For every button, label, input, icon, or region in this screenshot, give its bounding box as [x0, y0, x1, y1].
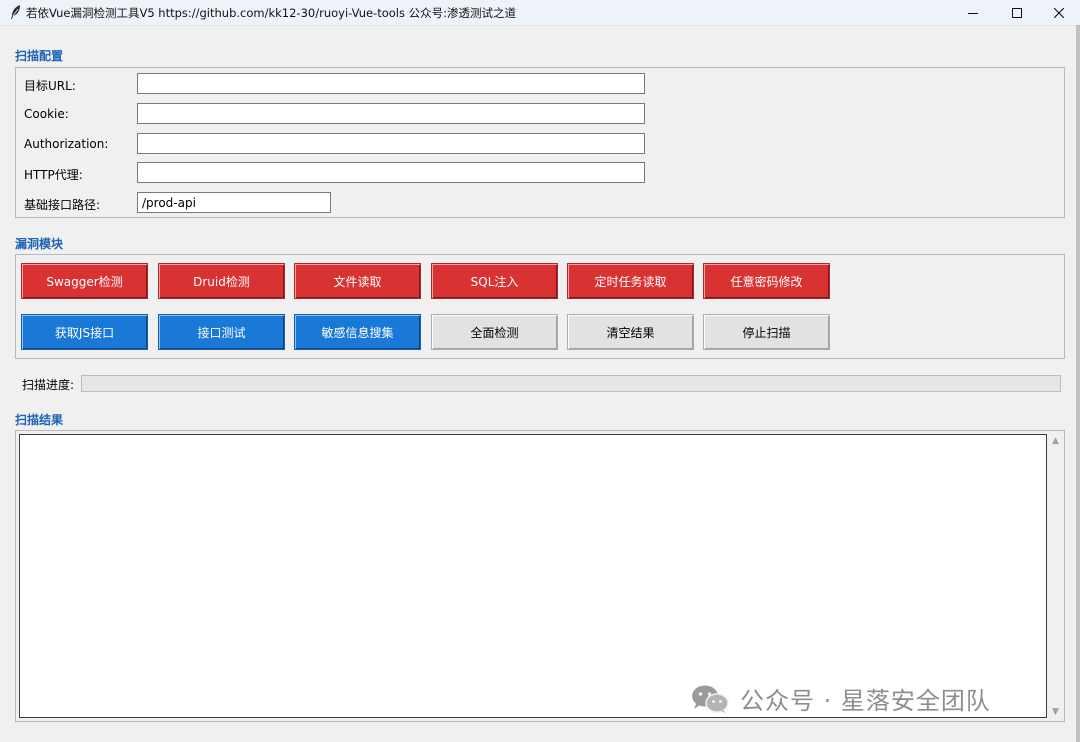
- authorization-label: Authorization:: [24, 137, 109, 151]
- window-title: 若依Vue漏洞检测工具V5 https://github.com/kk12-30…: [26, 6, 517, 20]
- clear-results-button[interactable]: 清空结果: [567, 314, 694, 350]
- title-bar: 若依Vue漏洞检测工具V5 https://github.com/kk12-30…: [0, 0, 1080, 26]
- scan-results-textarea[interactable]: [19, 434, 1047, 718]
- scan-progress-label: 扫描进度:: [22, 378, 75, 392]
- password-change-button[interactable]: 任意密码修改: [703, 263, 830, 299]
- swagger-detect-button[interactable]: Swagger检测: [21, 263, 148, 299]
- vuln-modules-label: 漏洞模块: [15, 237, 64, 251]
- minimize-icon: [968, 12, 978, 14]
- scroll-up-icon[interactable]: ▲: [1048, 433, 1063, 448]
- close-icon: [1054, 7, 1064, 18]
- base-api-path-label: 基础接口路径:: [24, 198, 101, 212]
- maximize-button[interactable]: [994, 0, 1040, 25]
- sql-injection-button[interactable]: SQL注入: [431, 263, 558, 299]
- base-api-path-input[interactable]: [137, 192, 331, 213]
- feather-icon: [11, 5, 20, 19]
- cookie-label: Cookie:: [24, 107, 69, 121]
- watermark-text: 公众号 · 星落安全团队: [740, 687, 991, 715]
- scan-config-label: 扫描配置: [15, 49, 64, 63]
- sensitive-info-button[interactable]: 敏感信息搜集: [294, 314, 421, 350]
- target-url-input[interactable]: [137, 73, 645, 94]
- file-read-button[interactable]: 文件读取: [294, 263, 421, 299]
- scan-progress-bar: [81, 375, 1061, 392]
- maximize-icon: [1012, 7, 1022, 18]
- target-url-label: 目标URL:: [24, 79, 76, 93]
- http-proxy-input[interactable]: [137, 162, 645, 183]
- close-button[interactable]: [1036, 0, 1080, 25]
- api-test-button[interactable]: 接口测试: [158, 314, 285, 350]
- scan-results-frame: ▲ ▼: [15, 430, 1065, 722]
- http-proxy-label: HTTP代理:: [24, 168, 83, 182]
- watermark: 公众号 · 星落安全团队: [690, 681, 991, 716]
- get-js-api-button[interactable]: 获取JS接口: [21, 314, 148, 350]
- wechat-icon: [692, 685, 729, 713]
- results-scrollbar[interactable]: ▲ ▼: [1048, 433, 1063, 719]
- druid-detect-button[interactable]: Druid检测: [158, 263, 285, 299]
- scroll-down-icon[interactable]: ▼: [1048, 704, 1063, 719]
- stop-scan-button[interactable]: 停止扫描: [703, 314, 830, 350]
- window-edge: [1076, 25, 1080, 742]
- minimize-button[interactable]: [950, 0, 996, 25]
- full-scan-button[interactable]: 全面检测: [431, 314, 558, 350]
- scheduled-task-read-button[interactable]: 定时任务读取: [567, 263, 694, 299]
- cookie-input[interactable]: [137, 103, 645, 124]
- authorization-input[interactable]: [137, 133, 645, 154]
- scan-results-label: 扫描结果: [15, 413, 64, 427]
